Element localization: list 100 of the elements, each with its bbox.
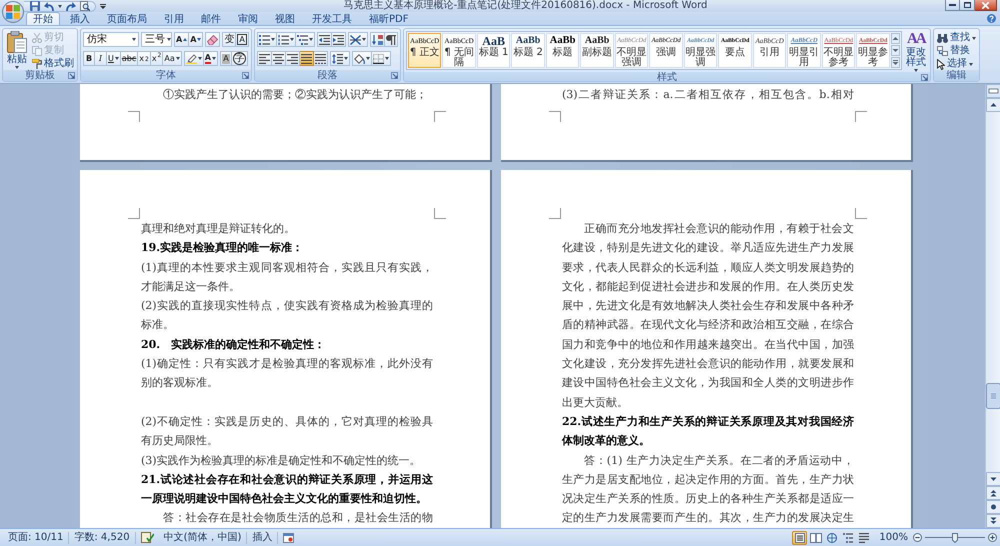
arrow-down-icon[interactable]	[986, 472, 1000, 486]
language-indicator[interactable]: 中文(简体，中国)	[158, 532, 248, 544]
style-tile[interactable]: AaB 标题 1	[476, 33, 510, 68]
align-right-button[interactable]	[286, 51, 300, 66]
show-marks-button[interactable]	[384, 32, 398, 47]
numbering-button[interactable]	[276, 32, 296, 47]
ribbon-tab[interactable]: 开发工具	[305, 13, 359, 25]
ribbon-tab[interactable]: 邮件	[194, 13, 228, 25]
clear-formatting-button[interactable]	[205, 32, 220, 47]
phonetic-guide-button[interactable]: 变	[222, 32, 236, 47]
caret-icon	[972, 36, 976, 40]
dialog-launcher-icon[interactable]	[68, 72, 75, 79]
paste-button[interactable]: 粘贴	[5, 31, 29, 69]
distributed-button[interactable]	[314, 51, 328, 66]
ribbon-tab[interactable]: 插入	[63, 13, 97, 25]
align-center-button[interactable]	[272, 51, 286, 66]
style-tile[interactable]: AaBb 标题 2	[511, 33, 545, 68]
minimize-button[interactable]	[945, 0, 960, 11]
caret-icon	[132, 38, 136, 41]
dialog-launcher-icon[interactable]	[242, 72, 249, 79]
view-button[interactable]	[840, 530, 856, 544]
maximize-button[interactable]	[960, 0, 975, 11]
grow-font-button[interactable]: A	[174, 32, 190, 47]
replace-button[interactable]: 替换	[936, 45, 977, 57]
page-count[interactable]: 页面: 10/11	[3, 532, 70, 544]
insert-mode[interactable]: 插入	[247, 532, 278, 544]
character-shading-button[interactable]: A	[220, 51, 232, 66]
corner-mark-icon	[549, 111, 561, 122]
caret-icon[interactable]	[58, 4, 62, 8]
style-tile[interactable]: AaBb 副标题	[580, 33, 614, 68]
view-button[interactable]	[808, 530, 824, 544]
view-button[interactable]	[856, 530, 872, 544]
arrow-up-icon[interactable]	[986, 98, 1000, 112]
character-border-button[interactable]: A	[236, 32, 249, 47]
shading-button[interactable]	[352, 51, 372, 66]
decrease-indent-button[interactable]	[316, 32, 332, 47]
format-painter-button[interactable]: 格式刷	[31, 58, 75, 70]
sort-button[interactable]	[370, 32, 385, 47]
align-left-button[interactable]	[256, 51, 272, 66]
zoom-out-icon[interactable]	[913, 533, 922, 542]
group-label: 编辑	[946, 70, 966, 81]
font-color-button[interactable]: A	[204, 51, 218, 66]
window-record-icon[interactable]	[283, 532, 294, 542]
word-count[interactable]: 字数: 4,520	[69, 532, 136, 544]
text-layout-button[interactable]	[348, 32, 368, 47]
print-preview-icon[interactable]	[80, 1, 90, 11]
dialog-launcher-icon[interactable]	[920, 74, 928, 81]
close-button[interactable]	[975, 0, 997, 11]
ribbon-tab[interactable]: 审阅	[231, 13, 265, 25]
select-button[interactable]: 选择	[936, 58, 977, 70]
dialog-launcher-icon[interactable]	[390, 72, 398, 79]
line-spacing-button[interactable]	[330, 51, 350, 66]
ribbon-tab[interactable]: 福昕PDF	[362, 13, 416, 25]
double-arrow-up-icon[interactable]	[986, 486, 1000, 500]
italic-button[interactable]: I	[95, 51, 107, 66]
brush-icon	[32, 59, 42, 69]
scroll-thumb[interactable]	[986, 383, 1000, 409]
book-check-icon[interactable]	[140, 532, 154, 543]
borders-button[interactable]	[372, 51, 391, 66]
ribbon-tab[interactable]: 开始	[26, 12, 60, 25]
caret-icon	[290, 38, 294, 41]
strikethrough-button[interactable]: abc	[120, 51, 138, 66]
shrink-font-button[interactable]: A	[189, 32, 204, 47]
highlight-button[interactable]	[184, 51, 204, 66]
find-button[interactable]: 查找	[936, 32, 977, 44]
superscript-button[interactable]: x$^{2}$	[150, 51, 164, 66]
zoom-in-icon[interactable]	[988, 533, 997, 542]
double-arrow-down-icon[interactable]	[986, 514, 1000, 528]
ribbon-tab[interactable]: 视图	[268, 13, 302, 25]
change-styles-button[interactable]: AA 更改样式	[904, 31, 928, 72]
bold-button[interactable]: B	[83, 51, 95, 66]
font-size-combo[interactable]: 三号	[141, 32, 172, 47]
change-case-button[interactable]: Aa	[163, 51, 182, 66]
justify-button[interactable]	[300, 51, 314, 66]
group-label: 段落	[317, 70, 338, 81]
subscript-button[interactable]: x$_{2}$	[138, 51, 151, 66]
scroll-up-icon[interactable]	[890, 33, 900, 44]
style-tile[interactable]: AaBb 标题	[546, 33, 580, 68]
view-button[interactable]	[792, 530, 808, 544]
more-icon[interactable]	[890, 57, 900, 68]
slider-thumb[interactable]	[952, 532, 958, 542]
help-icon[interactable]	[987, 14, 996, 23]
underline-button[interactable]: U	[107, 51, 121, 66]
redo-icon[interactable]	[66, 2, 76, 10]
bullets-button[interactable]	[256, 32, 277, 47]
undo-icon[interactable]	[44, 2, 54, 10]
paragraph-text: (3)二者辩证关系：a.二者相互依存，相互包含。b.相对	[562, 87, 854, 103]
caret-icon[interactable]	[100, 4, 106, 8]
ribbon-tab[interactable]: 引用	[157, 13, 191, 25]
enclosed-character-button[interactable]: 字	[232, 51, 248, 66]
ribbon-tab[interactable]: 页面布局	[100, 13, 154, 25]
view-button[interactable]	[824, 530, 840, 544]
pages-arrow-icon	[936, 46, 948, 56]
save-icon[interactable]	[30, 1, 40, 11]
font-name-combo[interactable]: 仿宋	[83, 32, 139, 47]
ruler-icon[interactable]	[986, 84, 1000, 98]
zoom-level[interactable]: 100%	[879, 532, 908, 544]
scroll-down-icon[interactable]	[890, 45, 900, 56]
increase-indent-button[interactable]	[332, 32, 346, 47]
multilevel-list-button[interactable]	[296, 32, 315, 47]
